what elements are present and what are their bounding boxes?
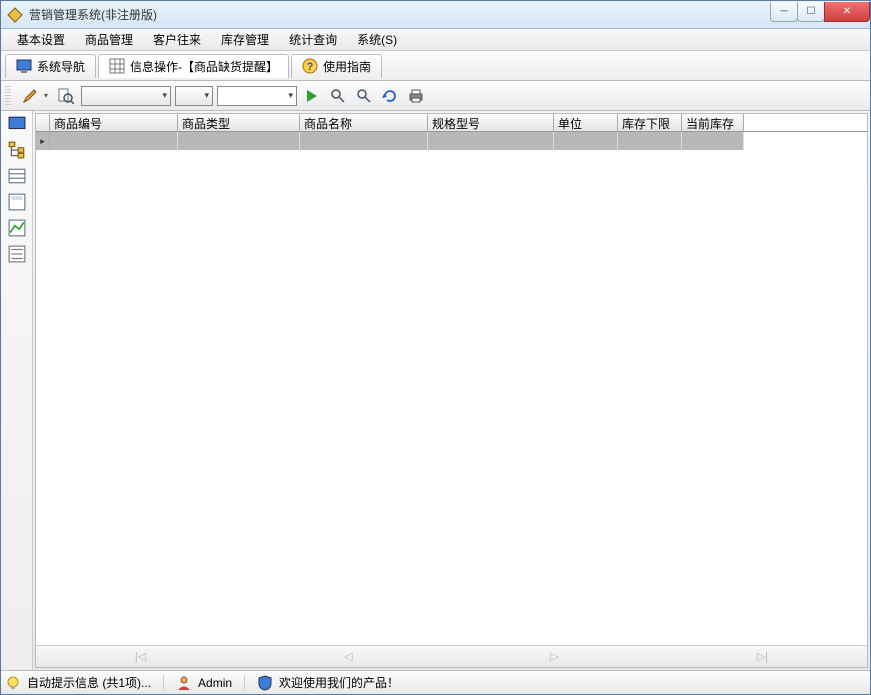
- column-header-product-name[interactable]: 商品名称: [300, 114, 428, 131]
- tabbar: 系统导航 信息操作-【商品缺货提醒】 ? 使用指南: [1, 51, 870, 81]
- monitor-icon: [16, 58, 32, 74]
- nav-next-button[interactable]: ▷: [550, 650, 558, 663]
- magnify-icon: [330, 88, 346, 104]
- bulb-icon: [5, 675, 21, 691]
- tab-label: 系统导航: [37, 58, 85, 75]
- cell: [682, 132, 744, 150]
- app-icon: [7, 7, 23, 23]
- svg-text:?: ?: [307, 61, 314, 73]
- printer-icon: [408, 88, 424, 104]
- tab-system-nav[interactable]: 系统导航: [5, 54, 96, 78]
- tab-label: 信息操作-【商品缺货提醒】: [130, 58, 278, 75]
- filter-combo-3[interactable]: [217, 86, 297, 106]
- column-header-unit[interactable]: 单位: [554, 114, 618, 131]
- minimize-button[interactable]: ─: [770, 2, 798, 22]
- user-icon: [176, 675, 192, 691]
- window-title: 营销管理系统(非注册版): [29, 6, 771, 23]
- tab-info-operation[interactable]: 信息操作-【商品缺货提醒】: [98, 54, 289, 78]
- refresh-button[interactable]: [379, 85, 401, 107]
- tab-label: 使用指南: [323, 58, 371, 75]
- row-header-corner[interactable]: [36, 114, 50, 131]
- body: 商品编号 商品类型 商品名称 规格型号 单位 库存下限 当前库存 ▸: [1, 111, 870, 670]
- status-hint[interactable]: 自动提示信息 (共1项)...: [27, 674, 151, 691]
- tab-user-guide[interactable]: ? 使用指南: [291, 54, 382, 78]
- sidebar-chart-icon[interactable]: [8, 219, 26, 237]
- menu-basic-settings[interactable]: 基本设置: [7, 29, 75, 50]
- row-indicator-icon: ▸: [36, 132, 50, 150]
- grid-body[interactable]: ▸: [36, 132, 867, 645]
- window-buttons: ─ ☐ ✕: [771, 2, 870, 22]
- sidebar-monitor-icon[interactable]: [8, 115, 26, 133]
- pencil-icon: [22, 88, 38, 104]
- column-header-min-stock[interactable]: 库存下限: [618, 114, 682, 131]
- column-header-product-code[interactable]: 商品编号: [50, 114, 178, 131]
- column-header-product-type[interactable]: 商品类型: [178, 114, 300, 131]
- help-icon: ?: [302, 58, 318, 74]
- cell: [300, 132, 428, 150]
- column-header-current-stock[interactable]: 当前库存: [682, 114, 744, 131]
- nav-last-button[interactable]: ▷|: [757, 650, 768, 663]
- record-navigator: |◁ ◁ ▷ ▷|: [36, 645, 867, 667]
- menu-statistics[interactable]: 统计查询: [279, 29, 347, 50]
- print-button[interactable]: [405, 85, 427, 107]
- preview-button[interactable]: [55, 85, 77, 107]
- filter-combo-2[interactable]: [175, 86, 213, 106]
- nav-first-button[interactable]: |◁: [135, 650, 146, 663]
- titlebar: 营销管理系统(非注册版) ─ ☐ ✕: [1, 1, 870, 29]
- page-magnify-icon: [58, 88, 74, 104]
- play-icon: [305, 89, 319, 103]
- filter-combo-1[interactable]: [81, 86, 171, 106]
- search-button-1[interactable]: [327, 85, 349, 107]
- main-panel: 商品编号 商品类型 商品名称 规格型号 单位 库存下限 当前库存 ▸: [35, 113, 868, 668]
- cell: [618, 132, 682, 150]
- cell: [50, 132, 178, 150]
- nav-prev-button[interactable]: ◁: [344, 650, 352, 663]
- toolbar: ▾: [1, 81, 870, 111]
- table-row[interactable]: ▸: [36, 132, 867, 150]
- search-button-2[interactable]: [353, 85, 375, 107]
- sidebar-table-icon[interactable]: [8, 167, 26, 185]
- maximize-button[interactable]: ☐: [797, 2, 825, 22]
- cell: [554, 132, 618, 150]
- sidebar: [1, 111, 33, 670]
- magnify-icon: [356, 88, 372, 104]
- close-button[interactable]: ✕: [824, 2, 870, 22]
- chevron-down-icon: ▾: [41, 85, 51, 107]
- cell: [428, 132, 554, 150]
- separator: [163, 675, 164, 691]
- separator: [244, 675, 245, 691]
- sidebar-list-icon[interactable]: [8, 245, 26, 263]
- status-user: Admin: [198, 676, 232, 690]
- column-header-spec[interactable]: 规格型号: [428, 114, 554, 131]
- sidebar-form-icon[interactable]: [8, 193, 26, 211]
- statusbar: 自动提示信息 (共1项)... Admin 欢迎使用我们的产品！: [1, 670, 870, 694]
- edit-button[interactable]: ▾: [19, 85, 51, 107]
- menu-system[interactable]: 系统(S): [347, 29, 407, 50]
- toolbar-grip: [5, 86, 11, 106]
- shield-icon: [257, 675, 273, 691]
- app-window: 营销管理系统(非注册版) ─ ☐ ✕ 基本设置 商品管理 客户往来 库存管理 统…: [0, 0, 871, 695]
- run-button[interactable]: [301, 85, 323, 107]
- status-welcome: 欢迎使用我们的产品！: [279, 674, 399, 691]
- menu-product-manage[interactable]: 商品管理: [75, 29, 143, 50]
- grid-header: 商品编号 商品类型 商品名称 规格型号 单位 库存下限 当前库存: [36, 114, 867, 132]
- sidebar-tree-icon[interactable]: [8, 141, 26, 159]
- menu-customer[interactable]: 客户往来: [143, 29, 211, 50]
- menubar: 基本设置 商品管理 客户往来 库存管理 统计查询 系统(S): [1, 29, 870, 51]
- refresh-icon: [382, 88, 398, 104]
- menu-inventory[interactable]: 库存管理: [211, 29, 279, 50]
- grid-icon: [109, 58, 125, 74]
- data-grid: 商品编号 商品类型 商品名称 规格型号 单位 库存下限 当前库存 ▸: [36, 114, 867, 645]
- cell: [178, 132, 300, 150]
